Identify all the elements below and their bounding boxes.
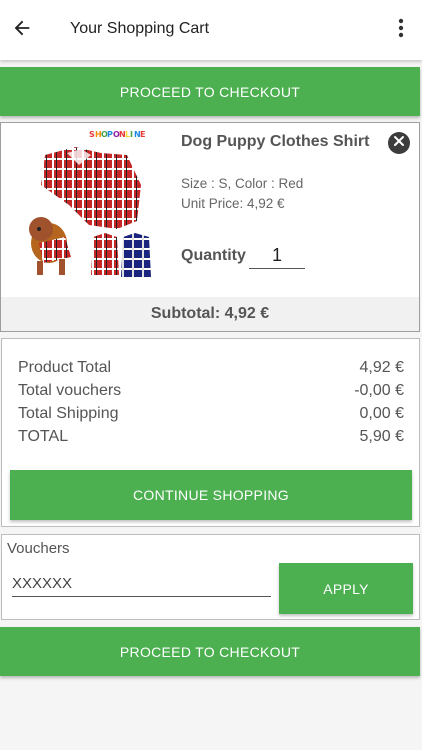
shop-logo: SH OP ON LI NE [89,130,145,139]
product-unit-price: Unit Price: 4,92 € [181,196,285,211]
product-details: Size : S, Color : Red Unit Price: 4,92 € [181,174,303,214]
arrow-left-icon [11,17,33,44]
totals-row-vouchers: Total vouchers -0,00 € [18,382,404,400]
vouchers-label: Vouchers [7,540,70,557]
quantity-field[interactable] [249,242,305,269]
cart-item-card: SH OP ON LI NE Dog Puppy Clothes Shirt S… [0,122,420,332]
totals-value: 0,00 € [359,405,404,422]
totals-row-product: Product Total 4,92 € [18,359,404,377]
totals-value: 4,92 € [359,359,404,376]
more-vertical-icon [398,18,404,43]
svg-text:E: E [140,130,145,139]
product-size-color: Size : S, Color : Red [181,176,304,191]
totals-label: Total vouchers [18,382,122,399]
proceed-to-checkout-button-bottom[interactable]: PROCEED TO CHECKOUT [0,627,420,676]
page-title: Your Shopping Cart [70,20,210,37]
order-totals-card: Product Total 4,92 € Total vouchers -0,0… [1,338,420,527]
totals-row-total: TOTAL 5,90 € [18,428,404,446]
totals-label: Product Total [18,359,112,376]
app-bar: Your Shopping Cart [0,0,422,60]
totals-value: -0,00 € [354,382,404,399]
quantity-label: Quantity [181,247,246,264]
continue-shopping-button[interactable]: CONTINUE SHOPPING [10,470,412,520]
totals-label: TOTAL [18,428,69,445]
product-name: Dog Puppy Clothes Shirt [181,133,370,150]
back-button[interactable] [8,16,36,44]
svg-text:I: I [130,130,133,139]
totals-row-shipping: Total Shipping 0,00 € [18,405,404,423]
proceed-to-checkout-button-top[interactable]: PROCEED TO CHECKOUT [0,67,420,116]
close-icon [393,134,405,152]
totals-value: 5,90 € [359,428,404,445]
voucher-code-field[interactable] [12,571,271,597]
remove-item-button[interactable] [388,132,410,154]
overflow-menu-button[interactable] [390,16,412,44]
vouchers-card: Vouchers APPLY [1,534,420,620]
product-image[interactable]: SH OP ON LI NE [19,125,167,287]
totals-label: Total Shipping [18,405,119,422]
subtotal: Subtotal: 4,92 € [1,297,419,331]
apply-voucher-button[interactable]: APPLY [279,563,413,614]
